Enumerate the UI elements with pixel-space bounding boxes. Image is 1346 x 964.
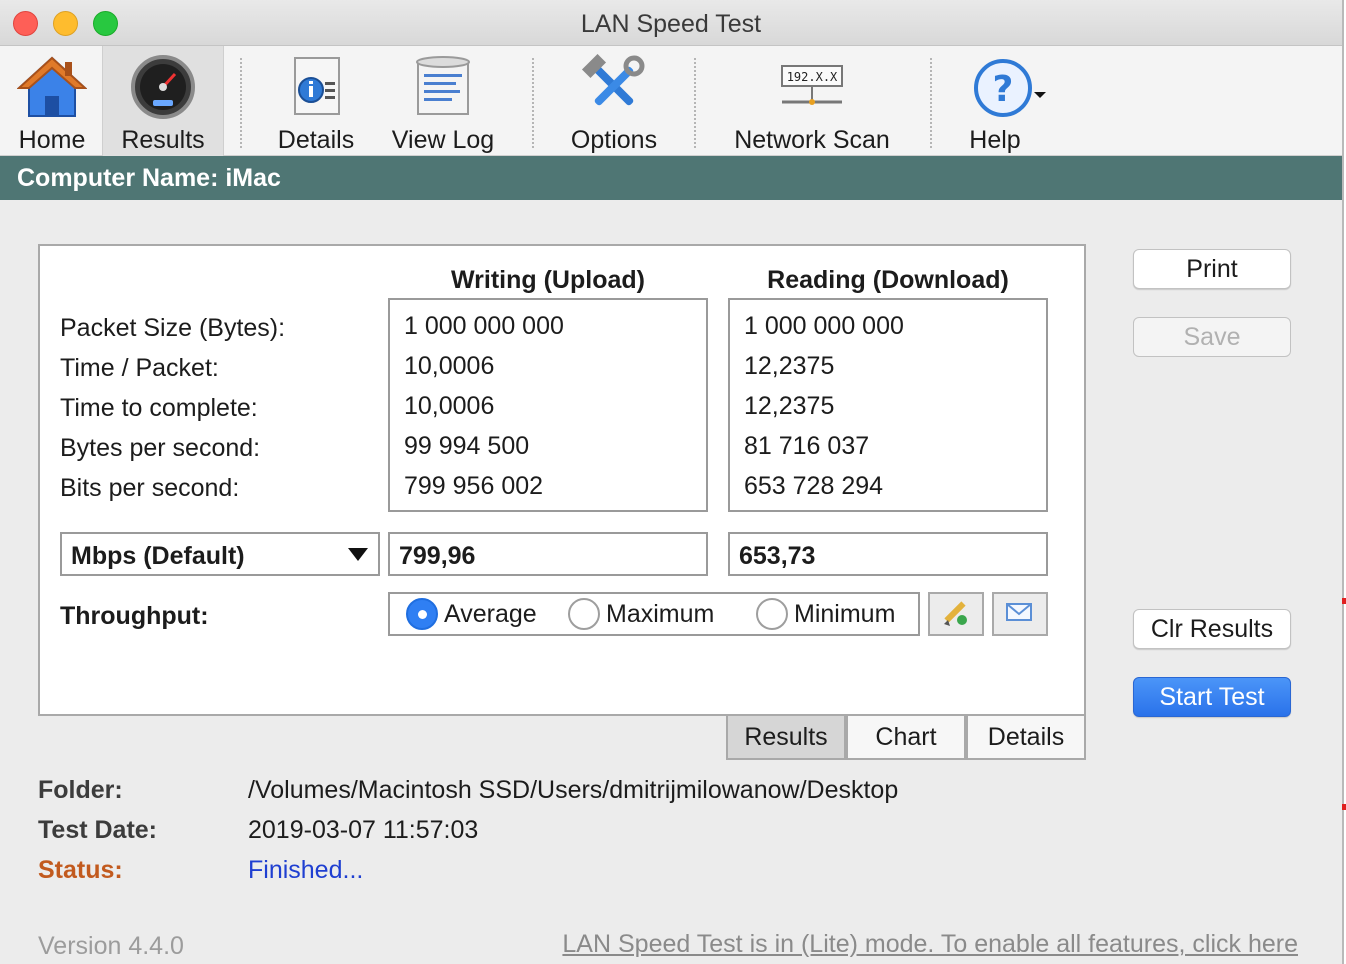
clear-results-button[interactable]: Clr Results (1133, 609, 1291, 649)
tools-icon (579, 53, 649, 120)
reading-values-box: 1 000 000 000 12,2375 12,2375 81 716 037… (728, 298, 1048, 512)
toolbar: Home Results Details View Log Options 19… (0, 46, 1342, 156)
print-button[interactable]: Print (1133, 249, 1291, 289)
help-icon: ? (967, 54, 1037, 120)
radio-minimum[interactable]: Minimum (756, 598, 895, 630)
toolbar-options-button[interactable]: Options (558, 46, 670, 156)
home-icon (16, 54, 88, 120)
network-scan-icon: 192.X.X (772, 54, 852, 120)
throughput-radio-group: Average Maximum Minimum (388, 592, 920, 636)
throughput-label: Throughput: (60, 602, 209, 630)
test-date-value: 2019-03-07 11:57:03 (248, 816, 479, 844)
unit-select[interactable]: Mbps (Default) (60, 532, 380, 576)
test-date-label: Test Date: (38, 816, 158, 844)
computer-name-bar: Computer Name: iMac (0, 156, 1342, 200)
writing-packet-size: 1 000 000 000 (404, 312, 564, 340)
radio-average-label: Average (444, 599, 537, 628)
writing-time-to-complete: 10,0006 (404, 392, 495, 420)
row-label-time-to-complete: Time to complete: (60, 394, 258, 422)
folder-label: Folder: (38, 776, 123, 804)
edge-marker (1342, 804, 1346, 810)
pencil-icon (944, 601, 967, 626)
help-dropdown-caret-icon[interactable] (1034, 92, 1046, 98)
results-panel: Writing (Upload) Reading (Download) Pack… (38, 244, 1086, 716)
tab-results[interactable]: Results (726, 716, 846, 760)
row-label-bytes-per-second: Bytes per second: (60, 434, 261, 462)
reading-time-per-packet: 12,2375 (744, 352, 835, 380)
edit-notes-button[interactable] (928, 592, 984, 636)
radio-selected-icon (406, 598, 438, 630)
reading-bytes-per-second: 81 716 037 (744, 432, 870, 460)
toolbar-details-label: Details (277, 126, 355, 154)
toolbar-options-label: Options (570, 126, 658, 154)
folder-value: /Volumes/Macintosh SSD/Users/dmitrijmilo… (248, 776, 899, 804)
lite-mode-link[interactable]: LAN Speed Test is in (Lite) mode. To ena… (562, 930, 1298, 959)
radio-unselected-icon (568, 598, 600, 630)
row-labels: Packet Size (Bytes): Time / Packet: Time… (60, 308, 285, 508)
email-results-button[interactable] (992, 592, 1048, 636)
speedometer-icon (128, 54, 198, 120)
app-window: LAN Speed Test Home Results Details View… (0, 0, 1344, 964)
toolbar-home-button[interactable]: Home (12, 46, 92, 156)
writing-mbps-field[interactable]: 799,96 (388, 532, 708, 576)
radio-maximum[interactable]: Maximum (568, 598, 714, 630)
writing-time-per-packet: 10,0006 (404, 352, 495, 380)
toolbar-results-label: Results (121, 126, 205, 154)
svg-text:?: ? (993, 69, 1014, 110)
toolbar-separator (930, 58, 932, 148)
reading-mbps-field[interactable]: 653,73 (728, 532, 1048, 576)
toolbar-results-button[interactable]: Results (102, 46, 224, 156)
save-button[interactable]: Save (1133, 317, 1291, 357)
unit-select-value: Mbps (Default) (71, 542, 245, 570)
radio-maximum-label: Maximum (606, 599, 715, 628)
envelope-icon (1006, 603, 1032, 621)
status-value: Finished... (248, 856, 364, 884)
toolbar-separator (532, 58, 534, 148)
toolbar-view-log-label: View Log (391, 126, 495, 154)
reading-bits-per-second: 653 728 294 (744, 472, 884, 500)
computer-name-label: Computer Name: iMac (17, 164, 281, 192)
row-label-bits-per-second: Bits per second: (60, 474, 240, 502)
title-bar: LAN Speed Test (0, 0, 1342, 46)
version-label: Version 4.4.0 (38, 932, 184, 960)
writing-bits-per-second: 799 956 002 (404, 472, 544, 500)
radio-average[interactable]: Average (406, 598, 537, 630)
network-scan-icon-text: 192.X.X (787, 70, 838, 84)
edge-marker (1342, 598, 1346, 604)
writing-bytes-per-second: 99 994 500 (404, 432, 530, 460)
row-label-packet-size: Packet Size (Bytes): (60, 314, 286, 342)
toolbar-separator (240, 58, 242, 148)
reading-header: Reading (Download) (767, 266, 1009, 294)
toolbar-view-log-button[interactable]: View Log (382, 46, 504, 156)
details-icon (281, 54, 351, 120)
radio-unselected-icon (756, 598, 788, 630)
writing-header: Writing (Upload) (451, 266, 645, 294)
toolbar-separator (694, 58, 696, 148)
reading-packet-size: 1 000 000 000 (744, 312, 904, 340)
toolbar-network-scan-label: Network Scan (734, 126, 890, 154)
tab-chart[interactable]: Chart (846, 716, 966, 760)
log-scroll-icon (408, 54, 478, 120)
radio-minimum-label: Minimum (794, 599, 896, 628)
status-label: Status: (38, 856, 123, 884)
row-label-time-per-packet: Time / Packet: (60, 354, 219, 382)
toolbar-help-button[interactable]: ? Help (956, 46, 1048, 156)
writing-values-box: 1 000 000 000 10,0006 10,0006 99 994 500… (388, 298, 708, 512)
window-title: LAN Speed Test (580, 10, 762, 38)
dropdown-arrow-icon (348, 548, 368, 561)
start-test-button[interactable]: Start Test (1133, 677, 1291, 717)
toolbar-home-label: Home (18, 126, 86, 154)
toolbar-help-label: Help (969, 126, 1021, 154)
reading-time-to-complete: 12,2375 (744, 392, 835, 420)
toolbar-network-scan-button[interactable]: 192.X.X Network Scan (720, 46, 904, 156)
toolbar-details-button[interactable]: Details (270, 46, 362, 156)
tab-details[interactable]: Details (966, 716, 1086, 760)
